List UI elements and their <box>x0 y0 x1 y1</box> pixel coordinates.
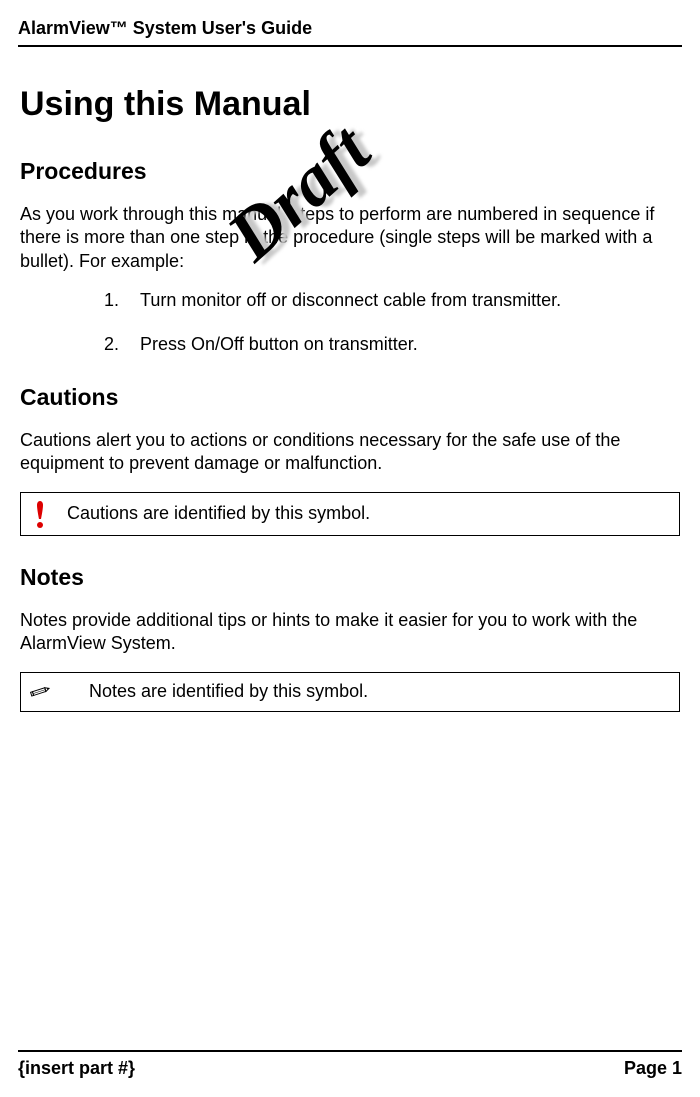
header-rule <box>18 45 682 47</box>
procedures-steps: Turn monitor off or disconnect cable fro… <box>20 289 680 356</box>
footer: {insert part #} Page 1 <box>18 1050 682 1079</box>
notes-paragraph: Notes provide additional tips or hints t… <box>20 609 680 656</box>
caution-callout-text: Cautions are identified by this symbol. <box>67 503 370 524</box>
cautions-paragraph: Cautions alert you to actions or conditi… <box>20 429 680 476</box>
footer-part-number: {insert part #} <box>18 1058 135 1079</box>
section-heading-cautions: Cautions <box>20 384 680 411</box>
page: AlarmView™ System User's Guide Draft Dra… <box>0 0 700 1097</box>
note-callout: Notes are identified by this symbol. <box>20 672 680 712</box>
procedures-paragraph: As you work through this manual, steps t… <box>20 203 680 273</box>
section-heading-notes: Notes <box>20 564 680 591</box>
section-heading-procedures: Procedures <box>20 158 680 185</box>
note-callout-text: Notes are identified by this symbol. <box>67 681 368 702</box>
caution-callout: Cautions are identified by this symbol. <box>20 492 680 536</box>
list-item: Turn monitor off or disconnect cable fro… <box>20 289 680 312</box>
footer-rule <box>18 1050 682 1052</box>
list-item: Press On/Off button on transmitter. <box>20 333 680 356</box>
header-title: AlarmView™ System User's Guide <box>18 18 682 39</box>
pencil-icon <box>29 681 51 703</box>
footer-page-number: Page 1 <box>624 1058 682 1079</box>
exclamation-icon <box>29 499 51 529</box>
content: Using this Manual Procedures As you work… <box>18 85 682 712</box>
page-title: Using this Manual <box>20 85 680 124</box>
